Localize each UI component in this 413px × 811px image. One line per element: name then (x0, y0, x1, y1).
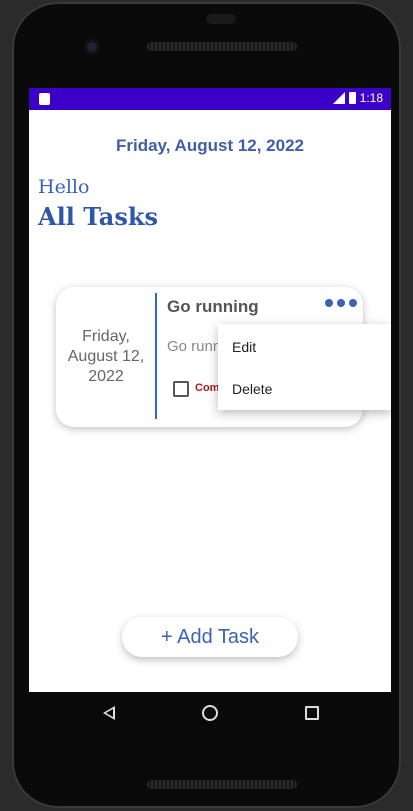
back-icon[interactable] (103, 706, 115, 720)
dot (325, 299, 333, 307)
recent-apps-icon[interactable] (305, 706, 319, 720)
signal-icon (332, 92, 345, 104)
task-title: Go running (167, 297, 259, 316)
home-icon[interactable] (202, 705, 218, 721)
dot (349, 299, 357, 307)
greeting: Hello (38, 176, 90, 198)
front-camera-icon (84, 39, 100, 55)
dot (337, 299, 345, 307)
sensor-bar (206, 14, 236, 24)
sd-card-icon (39, 93, 50, 105)
status-time: 1:18 (359, 91, 383, 105)
system-nav-bar (29, 692, 391, 736)
add-task-button[interactable]: + Add Task (122, 617, 298, 657)
task-date: Friday, August 12, 2022 (67, 328, 145, 385)
app-screen: 1:18 Friday, August 12, 2022 Hello All T… (29, 88, 391, 692)
status-bar: 1:18 (29, 88, 391, 110)
complete-label: Complete (195, 382, 219, 394)
options-menu: Edit Delete (218, 324, 391, 410)
card-divider (155, 293, 157, 419)
page-title: All Tasks (38, 202, 158, 231)
menu-item-edit[interactable]: Edit (232, 339, 256, 355)
bottom-speaker (147, 780, 297, 789)
complete-checkbox[interactable] (173, 381, 189, 397)
earpiece-speaker (147, 42, 297, 51)
current-date: Friday, August 12, 2022 (115, 136, 304, 155)
more-options-icon[interactable] (325, 299, 357, 307)
battery-icon (348, 92, 356, 104)
menu-item-delete[interactable]: Delete (232, 381, 272, 397)
